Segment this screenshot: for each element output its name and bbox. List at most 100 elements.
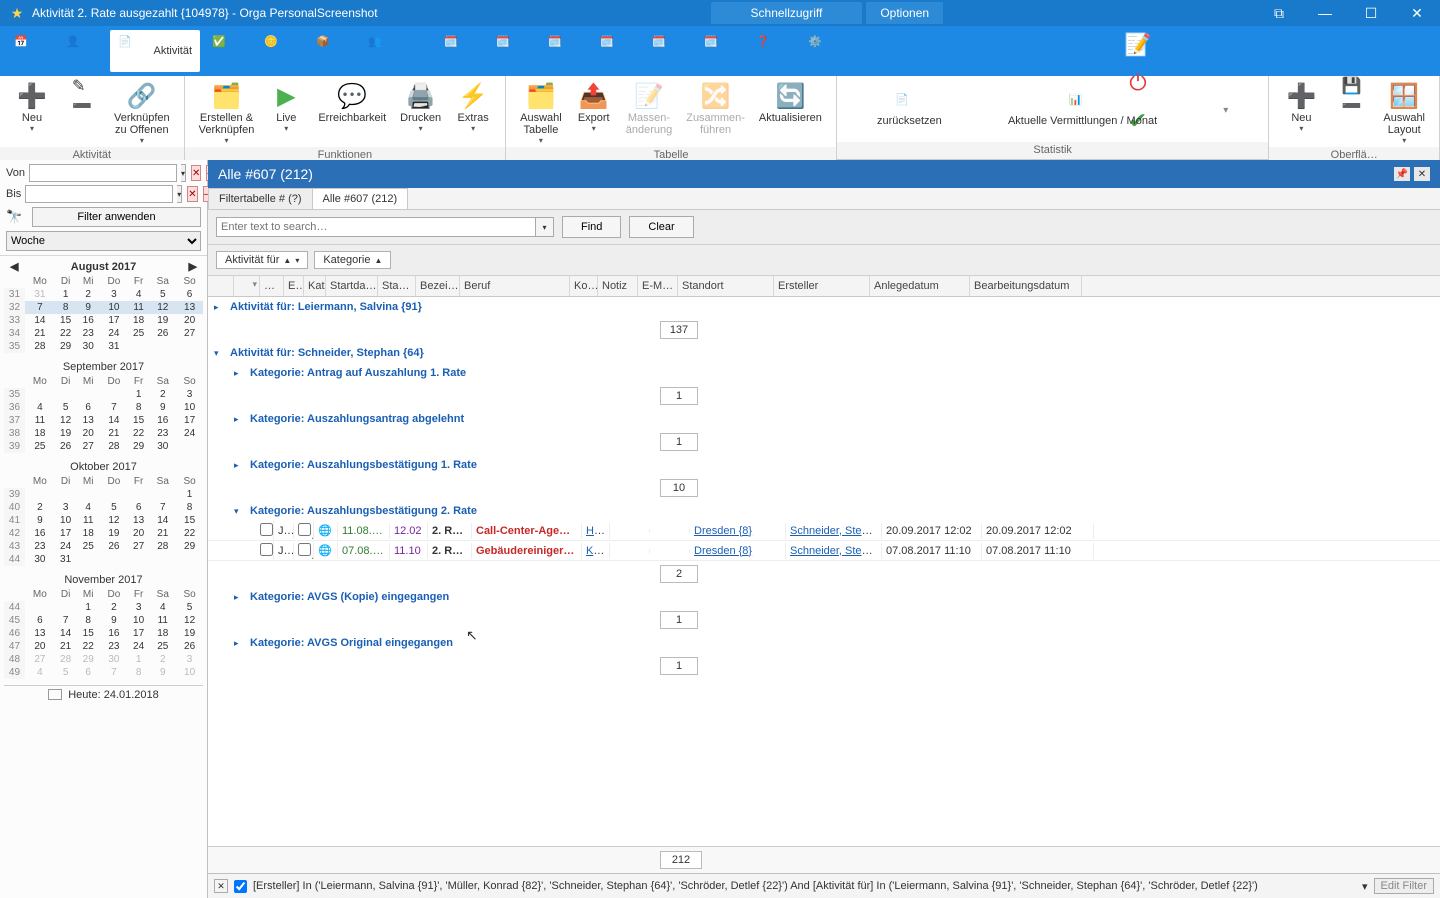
calendar-day[interactable]: 15 <box>128 414 150 427</box>
calendar-day[interactable] <box>149 488 176 501</box>
calendar-day[interactable]: 17 <box>176 414 203 427</box>
calendar-day[interactable]: 22 <box>55 327 77 340</box>
calendar-day[interactable] <box>100 488 128 501</box>
quick-access-tab[interactable]: Schnellzugriff <box>711 2 863 24</box>
today-label[interactable]: Heute: 24.01.2018 <box>68 689 159 701</box>
row-checkbox[interactable] <box>260 523 273 536</box>
calendar-day[interactable]: 16 <box>76 314 100 327</box>
subgroup-header[interactable]: ▸Kategorie: AVGS Original eingegangen <box>208 633 1440 653</box>
calendar-day[interactable] <box>100 388 128 401</box>
calendar-day[interactable]: 24 <box>100 327 128 340</box>
calendar-day[interactable] <box>149 553 176 566</box>
calendar-day[interactable]: 14 <box>55 627 77 640</box>
search-input[interactable] <box>216 217 536 237</box>
col-standort[interactable]: Standort <box>678 276 774 296</box>
col-check[interactable]: ▾ <box>234 276 260 296</box>
calendar-day[interactable]: 28 <box>149 540 176 553</box>
refresh-button[interactable]: 🔄Aktualisieren <box>753 78 828 147</box>
calendar-day[interactable]: 30 <box>100 653 128 666</box>
calendar-day[interactable]: 2 <box>76 288 100 301</box>
calendar-day[interactable]: 24 <box>55 540 77 553</box>
calendar-day[interactable]: 22 <box>76 640 100 653</box>
calendar-day[interactable]: 14 <box>25 314 55 327</box>
print-button[interactable]: 🖨️Drucken▾ <box>394 78 447 147</box>
calendar-day[interactable]: 23 <box>76 327 100 340</box>
save-small-button[interactable]: 💾➖ <box>1327 78 1375 147</box>
ribbon-cal3-icon[interactable]: 🗓️ <box>540 30 588 72</box>
window-maximize-icon[interactable]: ☐ <box>1348 0 1394 26</box>
calendar-day[interactable] <box>25 388 55 401</box>
calendar-day[interactable]: 18 <box>25 427 55 440</box>
calendar-day[interactable]: 9 <box>149 666 176 679</box>
edit-filter-button[interactable]: Edit Filter <box>1374 878 1434 894</box>
group-chip-aktivitaet[interactable]: Aktivität für▲▾ <box>216 251 308 269</box>
calendar-day[interactable]: 11 <box>76 514 100 527</box>
binoculars-icon[interactable]: 🔭 <box>6 209 26 225</box>
calendar-day[interactable]: 30 <box>25 553 55 566</box>
calendar-day[interactable]: 30 <box>76 340 100 353</box>
ribbon-cal5-icon[interactable]: 🗓️ <box>644 30 692 72</box>
calendar-day[interactable]: 16 <box>25 527 55 540</box>
bis-dropdown-icon[interactable]: ▾ <box>177 185 182 203</box>
calendar-day[interactable]: 10 <box>100 301 128 314</box>
ribbon-cal2-icon[interactable]: 🗓️ <box>488 30 536 72</box>
calendar-day[interactable]: 27 <box>25 653 55 666</box>
calendar-day[interactable]: 12 <box>176 614 203 627</box>
calendar-day[interactable]: 15 <box>55 314 77 327</box>
calendar-day[interactable]: 10 <box>55 514 77 527</box>
ribbon-note-icon[interactable]: 📝 <box>1123 30 1153 60</box>
calendar-day[interactable]: 6 <box>25 614 55 627</box>
group-header[interactable]: ▾Aktivität für: Schneider, Stephan {64} <box>208 343 1440 363</box>
calendar-day[interactable]: 19 <box>55 427 77 440</box>
window-close-icon[interactable]: ✕ <box>1394 0 1440 26</box>
calendar-day[interactable]: 30 <box>149 440 176 453</box>
grid-body[interactable]: ↖ ▸Aktivität für: Leiermann, Salvina {91… <box>208 297 1440 846</box>
calendar-day[interactable]: 2 <box>149 653 176 666</box>
clear-button[interactable]: Clear <box>629 216 693 238</box>
calendar-day[interactable]: 21 <box>25 327 55 340</box>
calendar-day[interactable]: 17 <box>100 314 128 327</box>
calendar-day[interactable]: 5 <box>55 401 77 414</box>
calendar-day[interactable] <box>176 553 203 566</box>
calendar-day[interactable]: 13 <box>128 514 150 527</box>
calendar-day[interactable] <box>55 488 77 501</box>
calendar-day[interactable]: 7 <box>55 614 77 627</box>
ribbon-cal4-icon[interactable]: 🗓️ <box>592 30 640 72</box>
calendar-day[interactable]: 11 <box>25 414 55 427</box>
ribbon-activity-selected[interactable]: 📄Aktivität <box>110 30 200 72</box>
table-row[interactable]: Ja🌐11.08.2…12.022. R…Call-Center-Age…He…… <box>208 521 1440 541</box>
tab-all607[interactable]: Alle #607 (212) <box>312 188 409 209</box>
calendar-day[interactable]: 18 <box>76 527 100 540</box>
calendar-day[interactable]: 12 <box>55 414 77 427</box>
subgroup-header[interactable]: ▸Kategorie: AVGS (Kopie) eingegangen <box>208 587 1440 607</box>
tab-filtertable[interactable]: Filtertabelle # (?) <box>208 188 313 209</box>
calendar-day[interactable]: 1 <box>128 388 150 401</box>
calendar-day[interactable]: 3 <box>176 388 203 401</box>
calendar-day[interactable]: 20 <box>76 427 100 440</box>
calendar-day[interactable]: 3 <box>176 653 203 666</box>
col-bearb[interactable]: Bearbeitungsdatum <box>970 276 1082 296</box>
ribbon-help-icon[interactable]: ❓ <box>748 30 796 72</box>
calendar-day[interactable]: 20 <box>176 314 203 327</box>
filter-close-icon[interactable]: ✕ <box>214 879 228 893</box>
calendar-day[interactable]: 6 <box>128 501 150 514</box>
calendar-day[interactable]: 20 <box>128 527 150 540</box>
calendar-day[interactable] <box>176 340 203 353</box>
apply-filter-button[interactable]: Filter anwenden <box>32 207 201 227</box>
calendar-day[interactable]: 4 <box>128 288 150 301</box>
calendar-day[interactable]: 23 <box>25 540 55 553</box>
calendar-day[interactable]: 1 <box>55 288 77 301</box>
options-tab[interactable]: Optionen <box>866 2 943 24</box>
ribbon-user2-icon[interactable]: 👥 <box>360 30 408 72</box>
calendar-day[interactable]: 7 <box>100 666 128 679</box>
ribbon-cal1-icon[interactable]: 🗓️ <box>436 30 484 72</box>
col-beruf[interactable]: Beruf <box>460 276 570 296</box>
calendar-day[interactable]: 13 <box>76 414 100 427</box>
calendar-day[interactable]: 10 <box>176 666 203 679</box>
calendar-day[interactable]: 20 <box>25 640 55 653</box>
col-sta[interactable]: Sta… <box>378 276 416 296</box>
calendar-day[interactable]: 28 <box>25 340 55 353</box>
calendar-day[interactable]: 26 <box>176 640 203 653</box>
row-checkbox2[interactable] <box>298 543 311 556</box>
calendar-day[interactable] <box>76 488 100 501</box>
